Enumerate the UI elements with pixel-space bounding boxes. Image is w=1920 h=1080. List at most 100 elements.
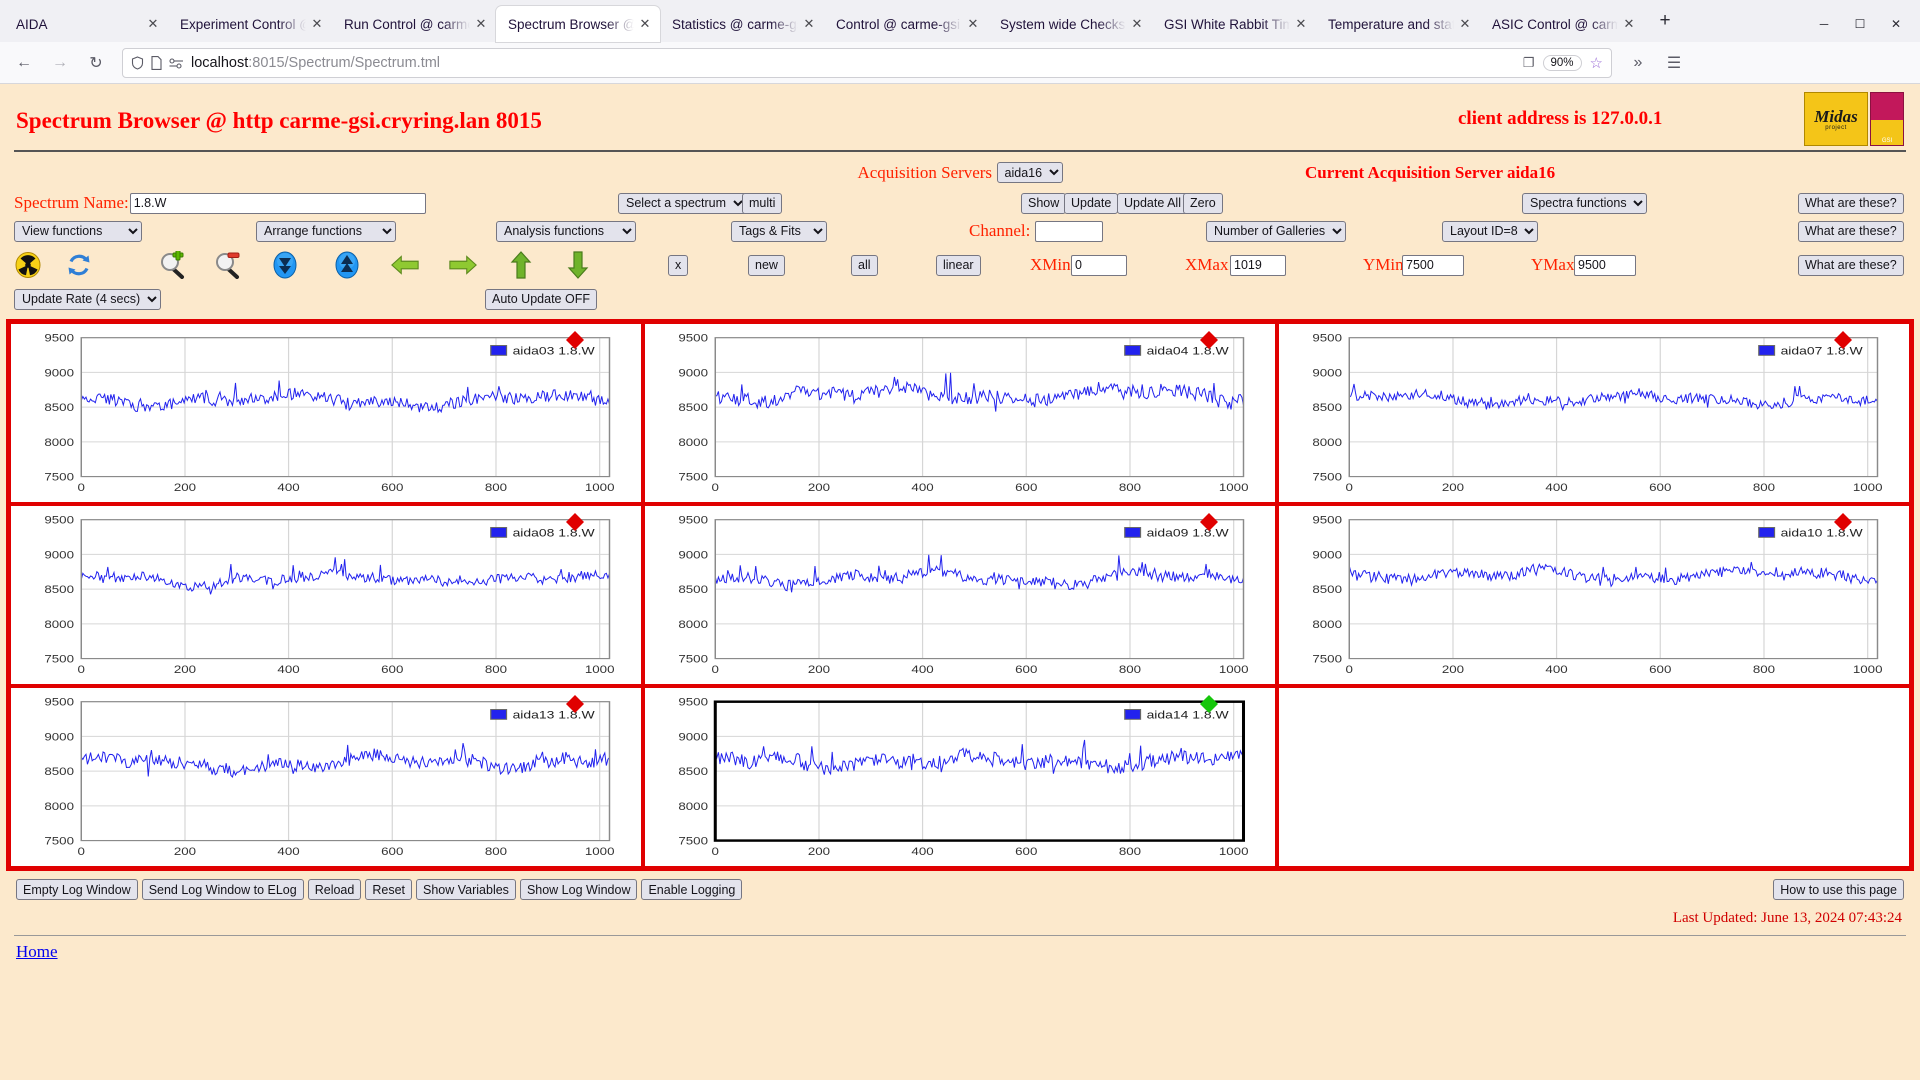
browser-tab-active[interactable]: Spectrum Browser @ ✕ bbox=[496, 6, 660, 42]
spectrum-panel[interactable]: 7500 8000 8500 9000 9500 0 200 400 600 800 1000 ai… bbox=[1277, 504, 1911, 686]
spectrum-plot[interactable]: 7500 8000 8500 9000 9500 0 200 400 600 800 1000 ai… bbox=[11, 688, 641, 866]
analysis-functions-dropdown[interactable]: Analysis functions bbox=[496, 220, 636, 242]
spectrum-panel[interactable]: 7500 8000 8500 9000 9500 0 200 400 600 800 1000 ai… bbox=[643, 686, 1277, 868]
layout-id-dropdown[interactable]: Layout ID=8 bbox=[1442, 220, 1538, 242]
status-marker-red[interactable] bbox=[565, 330, 585, 355]
arrow-left-icon[interactable] bbox=[390, 250, 420, 280]
spectrum-panel-empty[interactable] bbox=[1277, 686, 1911, 868]
zero-button[interactable]: Zero bbox=[1183, 192, 1223, 214]
select-spectrum-dropdown[interactable]: Select a spectrum bbox=[618, 192, 747, 214]
what-are-these-button-2[interactable]: What are these? bbox=[1798, 220, 1904, 242]
overflow-menu-button[interactable]: » bbox=[1622, 47, 1654, 79]
bookmark-star-icon[interactable]: ☆ bbox=[1590, 54, 1603, 72]
arrow-down-icon[interactable] bbox=[563, 250, 593, 280]
tab-close-icon[interactable]: ✕ bbox=[472, 15, 490, 33]
spectrum-plot[interactable]: 7500 8000 8500 9000 9500 0 200 400 600 800 1000 ai… bbox=[11, 506, 641, 684]
empty-log-window-button[interactable]: Empty Log Window bbox=[16, 879, 138, 900]
tab-close-icon[interactable]: ✕ bbox=[1456, 15, 1474, 33]
tab-close-icon[interactable]: ✕ bbox=[636, 15, 654, 33]
browser-tab[interactable]: ASIC Control @ carm ✕ bbox=[1480, 6, 1644, 42]
tab-close-icon[interactable]: ✕ bbox=[800, 15, 818, 33]
spectrum-plot[interactable]: 7500 8000 8500 9000 9500 0 200 400 600 800 1000 ai… bbox=[645, 506, 1275, 684]
tab-close-icon[interactable]: ✕ bbox=[144, 15, 162, 33]
arrange-functions-dropdown[interactable]: Arrange functions bbox=[256, 220, 396, 242]
spectrum-plot[interactable]: 7500 8000 8500 9000 9500 0 200 400 600 800 1000 ai… bbox=[11, 324, 641, 502]
new-tab-button[interactable]: + bbox=[1650, 6, 1680, 36]
browser-tab[interactable]: AIDA ✕ bbox=[4, 6, 168, 42]
collapse-vertical-icon[interactable] bbox=[270, 250, 300, 280]
xmax-input[interactable] bbox=[1230, 254, 1286, 276]
expand-vertical-icon[interactable] bbox=[332, 250, 362, 280]
spectrum-panel[interactable]: 7500 8000 8500 9000 9500 0 200 400 600 800 1000 ai… bbox=[9, 686, 643, 868]
refresh-icon[interactable] bbox=[64, 250, 94, 280]
what-are-these-button-3[interactable]: What are these? bbox=[1798, 254, 1904, 276]
forward-button[interactable]: → bbox=[44, 47, 76, 79]
save-page-icon[interactable]: ❐ bbox=[1523, 55, 1535, 71]
reload-button[interactable]: Reload bbox=[307, 879, 362, 900]
arrow-up-icon[interactable] bbox=[506, 250, 536, 280]
browser-tab[interactable]: Control @ carme-gsi ✕ bbox=[824, 6, 988, 42]
arrow-right-icon[interactable] bbox=[448, 250, 478, 280]
new-button[interactable]: new bbox=[748, 254, 785, 276]
spectrum-panel[interactable]: 7500 8000 8500 9000 9500 0 200 400 600 800 1000 ai… bbox=[9, 322, 643, 504]
number-of-galleries-dropdown[interactable]: Number of Galleries bbox=[1206, 220, 1346, 242]
spectrum-name-input[interactable] bbox=[129, 192, 426, 214]
multi-button[interactable]: multi bbox=[742, 192, 783, 214]
tab-close-icon[interactable]: ✕ bbox=[1292, 15, 1310, 33]
show-button[interactable]: Show bbox=[1021, 192, 1067, 214]
spectrum-panel[interactable]: 7500 8000 8500 9000 9500 0 200 400 600 800 1000 ai… bbox=[643, 322, 1277, 504]
status-marker-red[interactable] bbox=[1833, 512, 1853, 537]
spectrum-panel[interactable]: 7500 8000 8500 9000 9500 0 200 400 600 800 1000 ai… bbox=[1277, 322, 1911, 504]
home-link[interactable]: Home bbox=[8, 942, 58, 961]
ymin-input[interactable] bbox=[1402, 254, 1464, 276]
tab-close-icon[interactable]: ✕ bbox=[964, 15, 982, 33]
status-marker-red[interactable] bbox=[1199, 512, 1219, 537]
status-marker-red[interactable] bbox=[1199, 330, 1219, 355]
spectrum-panel[interactable]: 7500 8000 8500 9000 9500 0 200 400 600 800 1000 ai… bbox=[643, 504, 1277, 686]
update-button[interactable]: Update bbox=[1064, 192, 1119, 214]
auto-update-button[interactable]: Auto Update OFF bbox=[485, 288, 597, 310]
acquisition-server-select[interactable]: aida16 bbox=[996, 162, 1063, 183]
reader-icon[interactable] bbox=[151, 55, 162, 70]
tags-fits-dropdown[interactable]: Tags & Fits bbox=[731, 220, 827, 242]
what-are-these-button-1[interactable]: What are these? bbox=[1798, 192, 1904, 214]
close-window-button[interactable]: ✕ bbox=[1878, 9, 1914, 39]
reset-button[interactable]: Reset bbox=[365, 879, 412, 900]
spectrum-plot[interactable]: 7500 8000 8500 9000 9500 0 200 400 600 800 1000 ai… bbox=[1279, 324, 1909, 502]
view-functions-dropdown[interactable]: View functions bbox=[14, 220, 142, 242]
how-to-use-button[interactable]: How to use this page bbox=[1773, 879, 1904, 900]
reload-button[interactable]: ↻ bbox=[80, 47, 112, 79]
browser-tab[interactable]: Experiment Control @ ✕ bbox=[168, 6, 332, 42]
zoom-level-badge[interactable]: 90% bbox=[1542, 54, 1582, 71]
status-marker-red[interactable] bbox=[565, 694, 585, 719]
send-log-to-elog-button[interactable]: Send Log Window to ELog bbox=[141, 879, 304, 900]
update-rate-dropdown[interactable]: Update Rate (4 secs) bbox=[14, 288, 161, 310]
url-bar[interactable]: localhost:8015/Spectrum/Spectrum.tml ❐ 9… bbox=[122, 47, 1612, 78]
tab-close-icon[interactable]: ✕ bbox=[1128, 15, 1146, 33]
radiation-icon[interactable] bbox=[13, 250, 43, 280]
channel-input[interactable] bbox=[1035, 220, 1103, 242]
linear-button[interactable]: linear bbox=[936, 254, 981, 276]
spectrum-plot[interactable]: 7500 8000 8500 9000 9500 0 200 400 600 800 1000 ai… bbox=[645, 324, 1275, 502]
app-menu-button[interactable]: ☰ bbox=[1658, 47, 1690, 79]
maximize-button[interactable]: ☐ bbox=[1842, 9, 1878, 39]
enable-logging-button[interactable]: Enable Logging bbox=[641, 879, 743, 900]
back-button[interactable]: ← bbox=[8, 47, 40, 79]
status-marker-red[interactable] bbox=[565, 512, 585, 537]
browser-tab[interactable]: Temperature and stat ✕ bbox=[1316, 6, 1480, 42]
show-variables-button[interactable]: Show Variables bbox=[416, 879, 516, 900]
status-marker-red[interactable] bbox=[1833, 330, 1853, 355]
status-marker-green[interactable] bbox=[1199, 694, 1219, 719]
spectrum-panel[interactable]: 7500 8000 8500 9000 9500 0 200 400 600 800 1000 ai… bbox=[9, 504, 643, 686]
permissions-icon[interactable] bbox=[169, 56, 184, 70]
zoom-in-icon[interactable] bbox=[158, 250, 188, 280]
browser-tab[interactable]: Statistics @ carme-gs ✕ bbox=[660, 6, 824, 42]
zoom-out-icon[interactable] bbox=[213, 250, 243, 280]
ymax-input[interactable] bbox=[1574, 254, 1636, 276]
minimize-button[interactable]: ─ bbox=[1806, 9, 1842, 39]
spectra-functions-dropdown[interactable]: Spectra functions bbox=[1522, 192, 1647, 214]
browser-tab[interactable]: System wide Checks ( ✕ bbox=[988, 6, 1152, 42]
x-button[interactable]: x bbox=[668, 254, 689, 276]
tab-close-icon[interactable]: ✕ bbox=[1620, 15, 1638, 33]
browser-tab[interactable]: Run Control @ carme ✕ bbox=[332, 6, 496, 42]
